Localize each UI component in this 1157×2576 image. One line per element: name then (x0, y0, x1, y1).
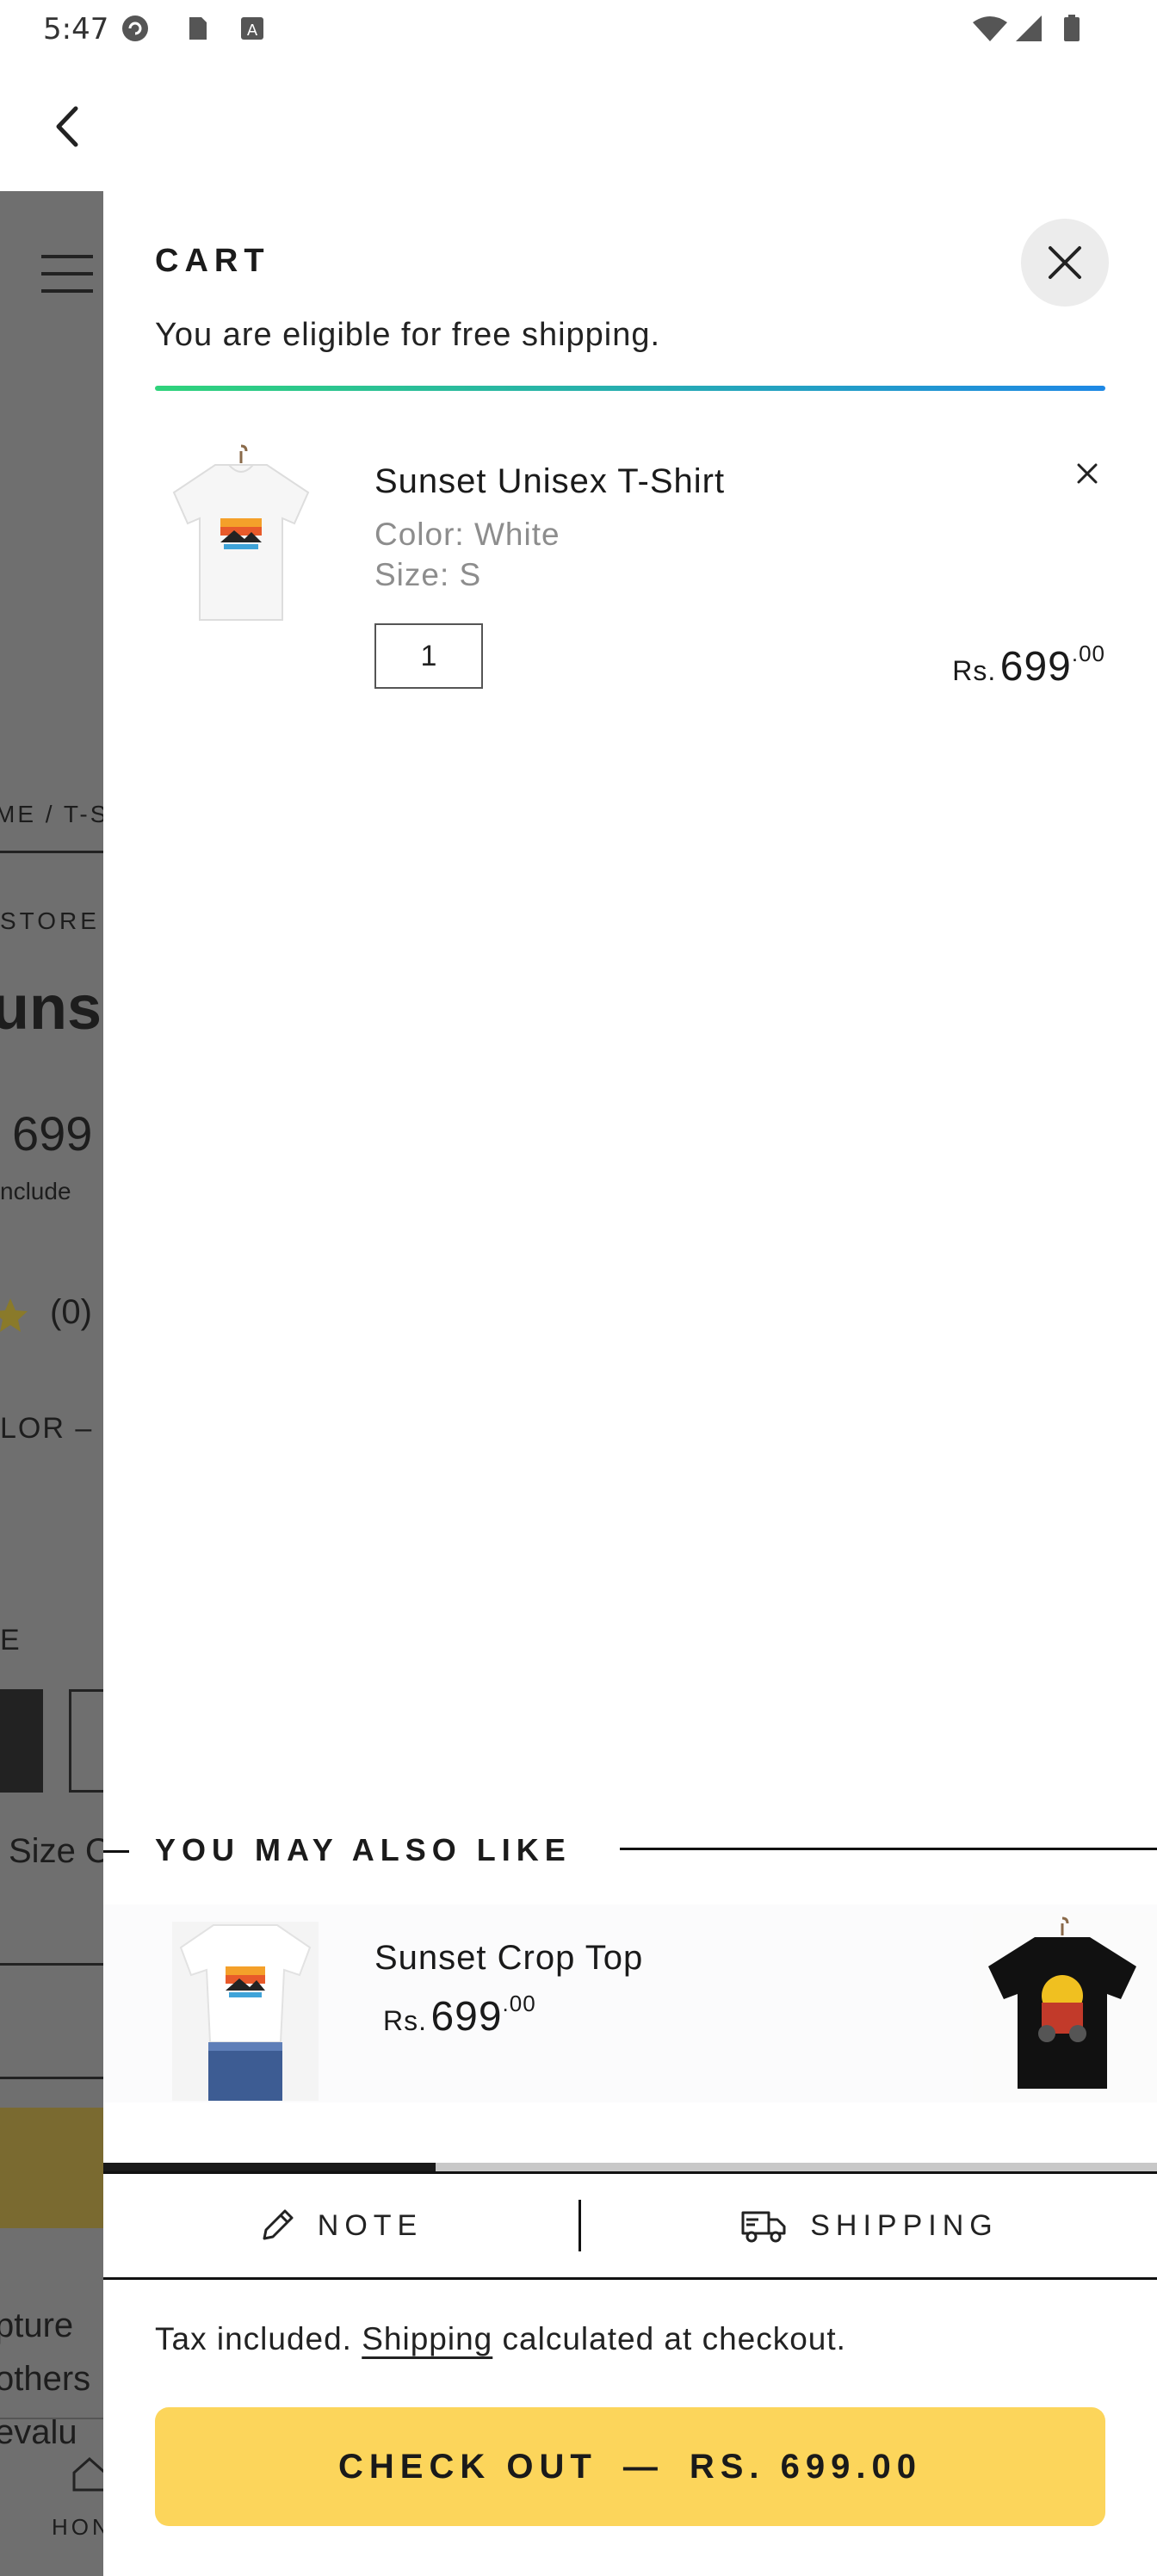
recommendation-thumbnail-next[interactable] (973, 1913, 1157, 2102)
star-icon (0, 1298, 28, 1332)
bg-size-option-selected (0, 1689, 43, 1793)
recommendation-card[interactable]: Sunset Crop Top Rs. 699.00 (103, 1904, 1157, 2102)
remove-item-icon[interactable] (1072, 458, 1103, 489)
home-icon (72, 2456, 103, 2492)
bg-rating: (0) (50, 1293, 92, 1331)
cart-title: CART (155, 243, 270, 279)
bg-size-label: E (0, 1624, 20, 1656)
tab-note-label: NOTE (317, 2208, 424, 2242)
svg-text:A: A (247, 22, 258, 40)
bg-breadcrumb: ME / T-S (0, 801, 103, 827)
free-shipping-message: You are eligible for free shipping. (155, 317, 661, 353)
scrollbar-thumb[interactable] (103, 2163, 436, 2171)
recommendation-price: Rs. 699.00 (383, 1991, 536, 2040)
price-cents: .00 (1071, 641, 1105, 666)
bg-nav-home: HON (52, 2514, 103, 2540)
status-bar: 5:47 A (0, 0, 1157, 62)
status-time: 5:47 (43, 12, 109, 46)
bg-add-to-cart (0, 2108, 103, 2228)
price-whole: 699 (999, 644, 1072, 690)
quantity-input[interactable]: 1 (374, 623, 483, 689)
sync-status-icon (122, 15, 148, 41)
bg-price: 699 (12, 1106, 93, 1161)
tab-shipping-label: SHIPPING (810, 2208, 999, 2242)
recommendations-scrollbar[interactable] (103, 2163, 1157, 2171)
checkout-button[interactable]: CHECK OUT — RS. 699.00 (155, 2407, 1105, 2526)
cart-item-color: Color: White (374, 517, 560, 552)
cart-drawer: CART You are eligible for free shipping.… (103, 191, 1157, 2576)
checkout-label: CHECK OUT (338, 2447, 597, 2486)
bg-tax: nclude (0, 1178, 71, 1204)
cart-item-price: Rs. 699.00 (952, 641, 1105, 690)
bg-store-label: STORE (0, 907, 100, 934)
bg-description-2: others (0, 2360, 91, 2398)
back-arrow-icon[interactable] (48, 103, 86, 150)
bg-description-1: pture (0, 2307, 74, 2344)
recommendations-title: YOU MAY ALSO LIKE (155, 1832, 572, 1867)
recommendation-thumbnail (172, 1922, 319, 2101)
recommendation-name[interactable]: Sunset Crop Top (374, 1939, 643, 1978)
price-currency: Rs. (383, 2005, 427, 2036)
wifi-icon (973, 16, 1007, 41)
background-product-page: ME / T-S STORE unse 699 nclude (0) LOR –… (0, 191, 103, 2576)
bg-color-label: LOR – (0, 1412, 94, 1445)
shipping-policy-link[interactable]: Shipping (362, 2321, 492, 2356)
cart-item-name[interactable]: Sunset Unisex T-Shirt (374, 462, 725, 501)
signal-icon (1016, 15, 1042, 41)
price-whole: 699 (430, 1994, 503, 2040)
tab-shipping[interactable]: SHIPPING (581, 2174, 1157, 2277)
free-shipping-progress (155, 386, 1105, 391)
bg-title: unse (0, 974, 103, 1043)
product-thumbnail[interactable] (155, 441, 327, 630)
checkout-total: RS. 699.00 (689, 2447, 922, 2486)
close-cart-button[interactable] (1021, 219, 1109, 307)
bg-size-chart: Size C (9, 1832, 103, 1870)
price-currency: Rs. (952, 655, 997, 686)
tab-note[interactable]: NOTE (103, 2174, 578, 2277)
recommendations-header: YOU MAY ALSO LIKE (103, 1825, 1157, 1877)
pencil-icon (263, 2209, 294, 2240)
bg-description-3: evalu (0, 2413, 77, 2451)
tax-note: Tax included. Shipping calculated at che… (155, 2321, 846, 2356)
bg-size-option (69, 1689, 103, 1793)
hamburger-icon (41, 255, 93, 293)
price-cents: .00 (502, 1991, 536, 2016)
cart-item-size: Size: S (374, 557, 482, 592)
cart-tabs: NOTE SHIPPING (103, 2171, 1157, 2280)
keyboard-status-icon: A (241, 17, 263, 40)
app-toolbar (0, 62, 1157, 191)
close-icon (1049, 246, 1081, 279)
sd-card-icon (189, 17, 207, 40)
battery-icon (1064, 15, 1080, 41)
truck-icon (741, 2211, 786, 2243)
checkout-separator: — (622, 2447, 664, 2486)
